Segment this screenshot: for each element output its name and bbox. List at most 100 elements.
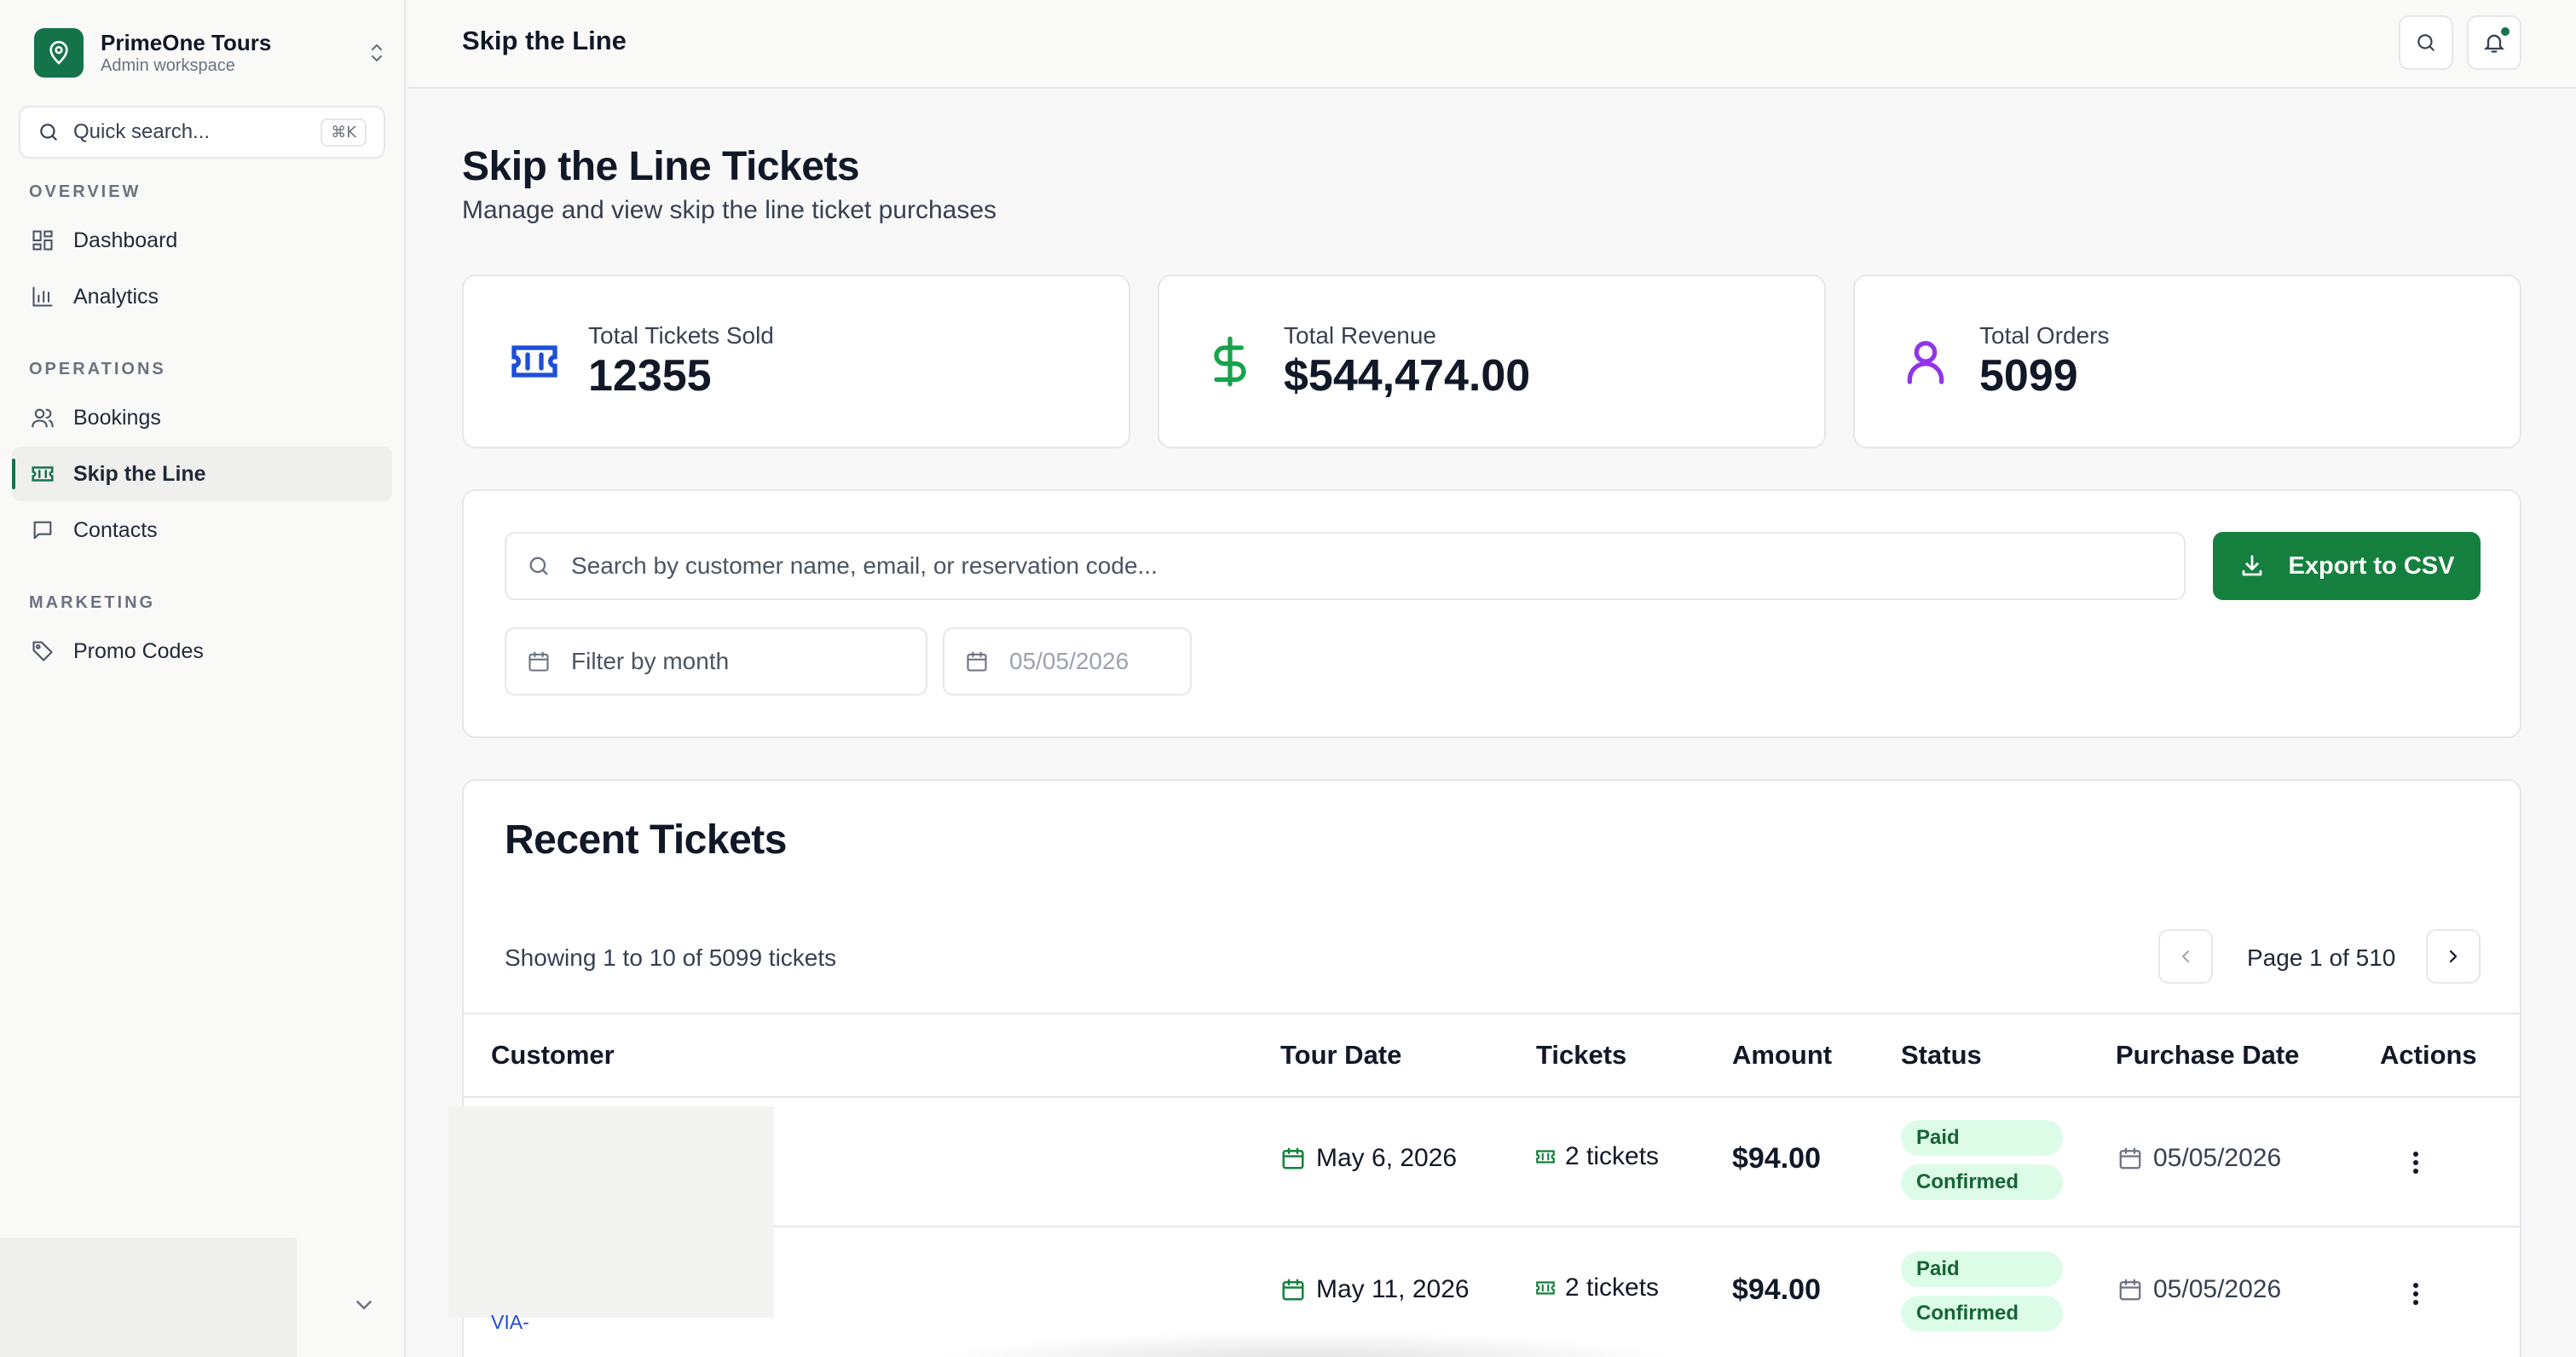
column-header-amount[interactable]: Amount <box>1732 1040 1832 1071</box>
users-icon <box>29 404 56 431</box>
sidebar-item-contacts[interactable]: Contacts <box>12 503 392 557</box>
search-icon <box>2415 32 2437 54</box>
page-title: Skip the Line Tickets <box>462 144 860 189</box>
calendar-icon <box>2117 1277 2153 1302</box>
stat-value: 5099 <box>1979 351 2078 401</box>
payment-status-badge: Paid <box>1901 1251 2063 1287</box>
payment-status-badge: Paid <box>1901 1120 2063 1156</box>
sidebar-item-label: Bookings <box>73 405 161 430</box>
calendar-icon <box>1280 1277 1316 1302</box>
stat-card-revenue: Total Revenue $544,474.00 <box>1158 274 1826 448</box>
page-indicator: Page 1 of 510 <box>2247 944 2396 971</box>
chevron-left-icon <box>2175 946 2196 967</box>
booking-status-badge: Confirmed <box>1901 1164 2063 1200</box>
previous-page-button[interactable] <box>2158 929 2213 984</box>
tour-date-cell: May 11, 2026 <box>1280 1275 1470 1304</box>
section-label-overview: OVERVIEW <box>29 182 142 201</box>
page-subtitle: Manage and view skip the line ticket pur… <box>462 196 997 224</box>
sidebar: PrimeOne Tours Admin workspace Quick sea… <box>0 0 406 1357</box>
ticket-icon <box>1534 1146 1565 1168</box>
column-header-purchase-date[interactable]: Purchase Date <box>2116 1040 2299 1071</box>
purchase-date-cell: 05/05/2026 <box>2117 1275 2281 1304</box>
ticket-icon <box>29 460 56 488</box>
message-icon <box>29 517 56 544</box>
tag-icon <box>29 638 56 665</box>
bar-chart-icon <box>29 283 56 310</box>
tour-date: May 6, 2026 <box>1316 1144 1458 1172</box>
brand-name: PrimeOne Tours <box>101 30 272 55</box>
sidebar-item-dashboard[interactable]: Dashboard <box>12 213 392 268</box>
sidebar-item-skip-the-line[interactable]: Skip the Line <box>12 447 392 501</box>
column-header-tour-date[interactable]: Tour Date <box>1280 1040 1401 1071</box>
calendar-icon <box>965 650 989 673</box>
booking-status-badge: Confirmed <box>1901 1296 2063 1331</box>
download-icon <box>2239 553 2289 579</box>
sidebar-item-analytics[interactable]: Analytics <box>12 269 392 324</box>
user-icon <box>1896 332 1955 391</box>
next-page-button[interactable] <box>2426 929 2481 984</box>
more-vertical-icon <box>2412 1151 2419 1175</box>
tickets-cell: 2 tickets <box>1534 1142 1659 1171</box>
ticket-count: 2 tickets <box>1565 1273 1660 1302</box>
sidebar-item-label: Analytics <box>73 284 159 309</box>
chevron-up-down-icon <box>365 36 389 70</box>
ticket-icon <box>1534 1277 1565 1299</box>
date-filter-input[interactable]: 05/05/2026 <box>943 627 1192 696</box>
purchase-date-cell: 05/05/2026 <box>2117 1144 2281 1173</box>
quick-search[interactable]: Quick search... ⌘K <box>19 106 385 159</box>
topbar-title: Skip the Line <box>462 26 627 55</box>
brand-subtitle: Admin workspace <box>101 56 235 75</box>
purchase-date: 05/05/2026 <box>2153 1144 2282 1172</box>
search-icon <box>527 554 551 578</box>
more-vertical-icon <box>2412 1282 2419 1306</box>
dollar-icon <box>1200 332 1260 391</box>
user-profile-redacted[interactable] <box>0 1238 297 1357</box>
status-badges: Paid Confirmed <box>1901 1120 2063 1209</box>
notification-dot <box>2501 27 2510 36</box>
sidebar-item-label: Dashboard <box>73 228 178 252</box>
chevron-right-icon <box>2443 946 2463 967</box>
ticket-count: 2 tickets <box>1565 1142 1660 1170</box>
table-header: Customer Tour Date Tickets Amount Status… <box>464 1013 2520 1098</box>
notifications-button[interactable] <box>2467 15 2521 70</box>
column-header-customer[interactable]: Customer <box>491 1040 615 1071</box>
month-filter-input[interactable]: Filter by month <box>505 627 927 696</box>
stat-card-tickets: Total Tickets Sold 12355 <box>462 274 1130 448</box>
row-actions-button[interactable] <box>2399 1273 2433 1314</box>
column-header-actions: Actions <box>2380 1040 2477 1070</box>
sidebar-item-label: Promo Codes <box>73 638 204 663</box>
filters-card: Search by customer name, email, or reser… <box>462 489 2521 738</box>
tour-date-cell: May 6, 2026 <box>1280 1144 1457 1173</box>
ticket-search-input[interactable]: Search by customer name, email, or reser… <box>505 532 2186 600</box>
calendar-icon <box>2117 1146 2153 1171</box>
stat-label: Total Orders <box>1979 322 2110 349</box>
column-header-status[interactable]: Status <box>1901 1040 1982 1071</box>
customer-info-redacted <box>448 1106 774 1318</box>
month-placeholder: Filter by month <box>571 648 730 674</box>
status-badges: Paid Confirmed <box>1901 1251 2063 1340</box>
chevron-down-icon[interactable] <box>351 1292 377 1318</box>
ticket-icon <box>505 332 564 391</box>
sidebar-item-label: Contacts <box>73 517 158 542</box>
results-count: Showing 1 to 10 of 5099 tickets <box>505 944 837 971</box>
sidebar-item-bookings[interactable]: Bookings <box>12 390 392 445</box>
sidebar-item-promo-codes[interactable]: Promo Codes <box>12 624 392 678</box>
stat-value: $544,474.00 <box>1284 351 1531 401</box>
purchase-date: 05/05/2026 <box>2153 1275 2282 1303</box>
stat-label: Total Tickets Sold <box>588 322 774 349</box>
search-button[interactable] <box>2399 15 2453 70</box>
sidebar-item-label: Skip the Line <box>73 461 206 486</box>
quick-search-placeholder: Quick search... <box>73 120 211 143</box>
dashboard-icon <box>29 227 56 254</box>
stat-value: 12355 <box>588 351 712 401</box>
row-actions-button[interactable] <box>2399 1142 2433 1183</box>
calendar-icon <box>527 650 551 673</box>
section-label-operations: OPERATIONS <box>29 360 166 378</box>
export-csv-button[interactable]: Export to CSV <box>2213 532 2481 600</box>
workspace-switcher[interactable]: PrimeOne Tours Admin workspace <box>34 27 389 78</box>
stat-card-orders: Total Orders 5099 <box>1853 274 2521 448</box>
export-label: Export to CSV <box>2288 551 2455 580</box>
reservation-code[interactable]: VIA- <box>491 1311 529 1334</box>
column-header-tickets[interactable]: Tickets <box>1536 1040 1626 1071</box>
map-pin-icon <box>34 28 84 78</box>
